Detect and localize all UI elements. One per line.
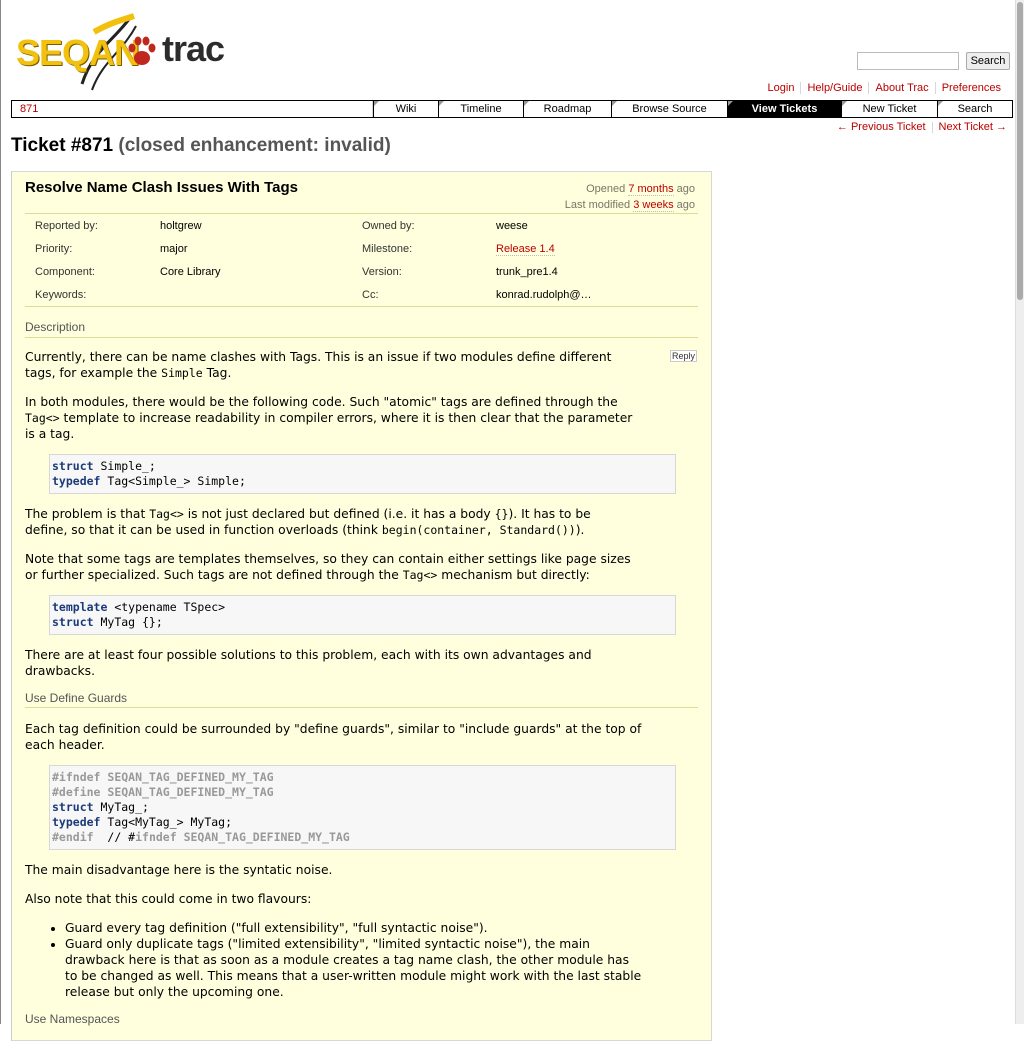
about-trac-link[interactable]: About Trac [875, 82, 928, 94]
main-navigation: 871 Wiki Timeline Roadmap Browse Source … [11, 100, 1013, 118]
properties-row: Priority: major Milestone: Release 1.4 [25, 237, 698, 260]
reported-by-value: holtgrew [160, 219, 202, 232]
tab-search[interactable]: Search [937, 101, 1012, 117]
section-heading-define-guards: Use Define Guards [25, 691, 128, 705]
version-value: trunk_pre1.4 [496, 265, 558, 278]
scrollbar-thumb[interactable] [1017, 2, 1023, 300]
meta-navigation: Login Help/Guide About Trac Preferences [762, 82, 1007, 94]
opened-label: Opened [586, 183, 626, 195]
separator [931, 121, 933, 133]
modified-suffix: ago [676, 199, 695, 211]
owned-by-value: weese [496, 219, 528, 232]
divider [25, 306, 698, 307]
seqan-trac-logo[interactable]: SEQAN trac [14, 12, 229, 96]
ticket-summary: Resolve Name Clash Issues With Tags [25, 179, 299, 196]
ticket-number: Ticket #871 [11, 135, 114, 156]
paragraph: The problem is that Tag<> is not just de… [25, 507, 591, 537]
component-value: Core Library [160, 265, 221, 278]
tab-view-tickets[interactable]: View Tickets [727, 101, 841, 117]
code-block: struct Simple_; typedef Tag<Simple_> Sim… [49, 454, 676, 494]
paragraph: Currently, there can be name clashes wit… [25, 350, 612, 380]
paw-icon [128, 36, 156, 65]
paragraph: The main disadvantage here is the syntat… [25, 863, 333, 877]
description-heading: Description [25, 320, 86, 334]
properties-row: Reported by: holtgrew Owned by: weese [25, 214, 698, 237]
modified-label: Last modified [564, 199, 631, 211]
priority-value: major [160, 242, 188, 255]
context-ticket-number[interactable]: 871 [12, 101, 373, 117]
keywords-label: Keywords: [35, 288, 87, 301]
code-block: template <typename TSpec> struct MyTag {… [49, 595, 676, 635]
milestone-label: Milestone: [362, 242, 413, 255]
tab-timeline[interactable]: Timeline [438, 101, 523, 117]
divider [25, 707, 698, 708]
search-button[interactable]: Search [966, 52, 1010, 70]
vertical-scrollbar[interactable] [1015, 0, 1024, 1024]
login-link[interactable]: Login [768, 82, 795, 94]
opened-suffix: ago [676, 183, 695, 195]
previous-ticket-link[interactable]: ← Previous Ticket [837, 121, 926, 133]
next-ticket-link[interactable]: Next Ticket → [939, 121, 1007, 133]
ticket-properties: Reported by: holtgrew Owned by: weese Pr… [25, 213, 698, 306]
priority-label: Priority: [35, 242, 73, 255]
paragraph: Also note that this could come in two fl… [25, 892, 312, 906]
ticket-box: Resolve Name Clash Issues With Tags Open… [11, 171, 712, 1041]
milestone-link[interactable]: Release 1.4 [496, 242, 555, 256]
owned-by-label: Owned by: [362, 219, 415, 232]
properties-row: Component: Core Library Version: trunk_p… [25, 260, 698, 283]
ticket-context-navigation: ← Previous Ticket Next Ticket → [837, 121, 1007, 133]
divider [25, 337, 698, 338]
logo-seqan-text: SEQAN [16, 32, 140, 73]
options-list: Guard every tag definition ("full extens… [25, 920, 701, 1000]
paragraph: In both modules, there would be the foll… [25, 395, 633, 441]
list-item: Guard every tag definition ("full extens… [65, 920, 701, 936]
window-left-edge [0, 0, 1, 1024]
modified-link[interactable]: 3 weeks [633, 199, 674, 212]
cc-value: konrad.rudolph@… [496, 288, 592, 301]
tab-new-ticket[interactable]: New Ticket [841, 101, 937, 117]
search-input[interactable] [857, 52, 959, 70]
reported-by-label: Reported by: [35, 219, 98, 232]
ticket-status: (closed enhancement: invalid) [118, 135, 391, 156]
tab-wiki[interactable]: Wiki [373, 101, 438, 117]
logo-trac-text: trac [162, 28, 225, 69]
component-label: Component: [35, 265, 95, 278]
version-label: Version: [362, 265, 402, 278]
properties-row: Keywords: Cc: konrad.rudolph@… [25, 283, 698, 306]
cc-label: Cc: [362, 288, 379, 301]
opened-link[interactable]: 7 months [628, 183, 674, 196]
tab-roadmap[interactable]: Roadmap [523, 101, 611, 117]
page-title: Ticket #871 (closed enhancement: invalid… [11, 135, 391, 157]
paragraph: There are at least four possible solutio… [25, 648, 592, 678]
preferences-link[interactable]: Preferences [942, 82, 1001, 94]
list-item: Guard only duplicate tags ("limited exte… [65, 936, 701, 1000]
code-block: #ifndef SEQAN_TAG_DEFINED_MY_TAG #define… [49, 765, 676, 850]
ticket-dates: Opened 7 months ago Last modified 3 week… [565, 181, 695, 213]
paragraph: Note that some tags are templates themse… [25, 552, 631, 582]
help-guide-link[interactable]: Help/Guide [807, 82, 862, 94]
paragraph: Each tag definition could be surrounded … [25, 722, 642, 752]
tab-browse-source[interactable]: Browse Source [611, 101, 727, 117]
